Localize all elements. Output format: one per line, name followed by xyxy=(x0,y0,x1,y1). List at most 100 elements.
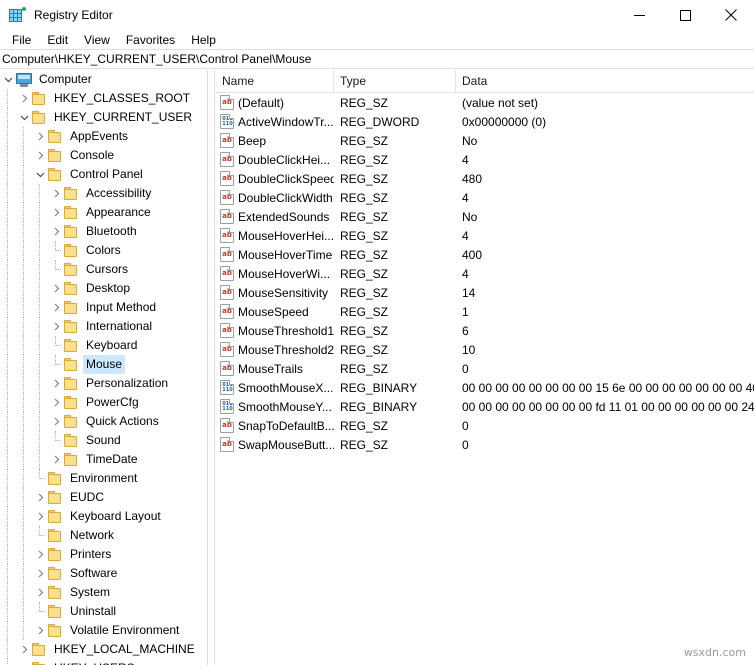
tree-item-system[interactable]: System xyxy=(0,583,207,602)
address-bar[interactable]: Computer\HKEY_CURRENT_USER\Control Panel… xyxy=(0,49,754,69)
chevron-right-icon[interactable] xyxy=(16,89,32,108)
chevron-right-icon[interactable] xyxy=(48,393,64,412)
chevron-right-icon[interactable] xyxy=(48,184,64,203)
chevron-right-icon[interactable] xyxy=(32,564,48,583)
chevron-right-icon[interactable] xyxy=(32,545,48,564)
menu-item-view[interactable]: View xyxy=(76,31,118,49)
tree-item-label: System xyxy=(70,585,111,599)
table-row[interactable]: ab MouseThreshold2 REG_SZ 10 xyxy=(216,340,754,359)
table-row[interactable]: ab MouseSensitivity REG_SZ 14 xyxy=(216,283,754,302)
tree-item-cursors[interactable]: Cursors xyxy=(0,260,207,279)
chevron-right-icon[interactable] xyxy=(48,317,64,336)
table-row[interactable]: 011 110 SmoothMouseX... REG_BINARY 00 00 00 … xyxy=(216,378,754,397)
menu-item-edit[interactable]: Edit xyxy=(39,31,76,49)
table-row[interactable]: 011 110 SmoothMouseY... REG_BINARY 00 00 00 … xyxy=(216,397,754,416)
chevron-down-icon[interactable] xyxy=(0,70,16,89)
tree-item-bluetooth[interactable]: Bluetooth xyxy=(0,222,207,241)
tree-item-control-panel[interactable]: Control Panel xyxy=(0,165,207,184)
tree-item-keyboard[interactable]: Keyboard xyxy=(0,336,207,355)
tree-item-printers[interactable]: Printers xyxy=(0,545,207,564)
tree-item-hkey-classes-root[interactable]: HKEY_CLASSES_ROOT xyxy=(0,89,207,108)
tree-item-software[interactable]: Software xyxy=(0,564,207,583)
table-row[interactable]: ab DoubleClickSpeed REG_SZ 480 xyxy=(216,169,754,188)
chevron-right-icon[interactable] xyxy=(32,488,48,507)
tree-item-hkey-local-machine[interactable]: HKEY_LOCAL_MACHINE xyxy=(0,640,207,659)
table-row[interactable]: ab MouseSpeed REG_SZ 1 xyxy=(216,302,754,321)
chevron-right-icon[interactable] xyxy=(48,412,64,431)
tree-item-hkey-users[interactable]: HKEY_USERS xyxy=(0,659,207,665)
tree-item-mouse[interactable]: Mouse xyxy=(0,355,207,374)
tree-item-accessibility[interactable]: Accessibility xyxy=(0,184,207,203)
table-row[interactable]: ab MouseHoverWi... REG_SZ 4 xyxy=(216,264,754,283)
menu-item-help[interactable]: Help xyxy=(183,31,224,49)
tree-item-label: HKEY_USERS xyxy=(51,659,138,665)
chevron-right-icon[interactable] xyxy=(48,450,64,469)
tree-item-sound[interactable]: Sound xyxy=(0,431,207,450)
tree-item-keyboard-layout[interactable]: Keyboard Layout xyxy=(0,507,207,526)
chevron-down-icon[interactable] xyxy=(32,165,48,184)
tree-item-colors[interactable]: Colors xyxy=(0,241,207,260)
chevron-right-icon[interactable] xyxy=(32,146,48,165)
chevron-right-icon[interactable] xyxy=(16,659,32,665)
tree-item-eudc[interactable]: EUDC xyxy=(0,488,207,507)
tree-item-international[interactable]: International xyxy=(0,317,207,336)
menu-item-file[interactable]: File xyxy=(4,31,39,49)
tree-item-hkey-current-user[interactable]: HKEY_CURRENT_USER xyxy=(0,108,207,127)
chevron-right-icon[interactable] xyxy=(16,640,32,659)
chevron-right-icon[interactable] xyxy=(48,298,64,317)
table-row[interactable]: ab MouseHoverTime REG_SZ 400 xyxy=(216,245,754,264)
tree-item-input-method[interactable]: Input Method xyxy=(0,298,207,317)
tree-item-environment[interactable]: Environment xyxy=(0,469,207,488)
table-row[interactable]: ab Beep REG_SZ No xyxy=(216,131,754,150)
chevron-right-icon[interactable] xyxy=(48,222,64,241)
table-row[interactable]: ab DoubleClickHei... REG_SZ 4 xyxy=(216,150,754,169)
close-button[interactable] xyxy=(708,0,754,30)
chevron-right-icon[interactable] xyxy=(48,279,64,298)
tree-item-powercfg[interactable]: PowerCfg xyxy=(0,393,207,412)
registry-tree[interactable]: Computer HKEY_CLASSES_ROOT HKEY_CURRENT_US… xyxy=(0,70,207,665)
list-body: ab (Default) REG_SZ (value not set) 011 110 Ac… xyxy=(216,93,754,454)
maximize-button[interactable] xyxy=(662,0,708,30)
chevron-right-icon[interactable] xyxy=(32,583,48,602)
table-row[interactable]: ab SnapToDefaultB... REG_SZ 0 xyxy=(216,416,754,435)
tree-item-computer[interactable]: Computer xyxy=(0,70,207,89)
chevron-right-icon[interactable] xyxy=(32,507,48,526)
table-row[interactable]: 011 110 ActiveWindowTr... REG_DWORD 0x000000… xyxy=(216,112,754,131)
column-header-name[interactable]: Name xyxy=(216,70,334,92)
tree-item-quick-actions[interactable]: Quick Actions xyxy=(0,412,207,431)
chevron-right-icon[interactable] xyxy=(32,127,48,146)
tree-item-label: HKEY_LOCAL_MACHINE xyxy=(54,642,195,656)
column-header-type[interactable]: Type xyxy=(334,70,456,92)
table-row[interactable]: ab MouseHoverHei... REG_SZ 4 xyxy=(216,226,754,245)
tree-guide xyxy=(16,317,32,336)
tree-item-uninstall[interactable]: Uninstall xyxy=(0,602,207,621)
tree-item-personalization[interactable]: Personalization xyxy=(0,374,207,393)
chevron-right-icon[interactable] xyxy=(48,203,64,222)
pane-splitter[interactable] xyxy=(207,70,215,665)
tree-item-timedate[interactable]: TimeDate xyxy=(0,450,207,469)
chevron-down-icon[interactable] xyxy=(16,108,32,127)
tree-guide xyxy=(32,241,48,260)
menu-item-favorites[interactable]: Favorites xyxy=(118,31,183,49)
tree-item-network[interactable]: Network xyxy=(0,526,207,545)
registry-values-list[interactable]: Name Type Data ab (Default) REG_SZ (value n… xyxy=(216,70,754,665)
tree-item-console[interactable]: Console xyxy=(0,146,207,165)
minimize-button[interactable] xyxy=(616,0,662,30)
tree-item-appevents[interactable]: AppEvents xyxy=(0,127,207,146)
table-row[interactable]: ab ExtendedSounds REG_SZ No xyxy=(216,207,754,226)
chevron-right-icon[interactable] xyxy=(32,621,48,640)
table-row[interactable]: ab MouseThreshold1 REG_SZ 6 xyxy=(216,321,754,340)
folder-icon xyxy=(48,586,63,599)
tree-item-appearance[interactable]: Appearance xyxy=(0,203,207,222)
tree-item-label: Mouse xyxy=(83,355,126,374)
table-row[interactable]: ab MouseTrails REG_SZ 0 xyxy=(216,359,754,378)
chevron-right-icon[interactable] xyxy=(48,374,64,393)
tree-item-volatile-environment[interactable]: Volatile Environment xyxy=(0,621,207,640)
table-row[interactable]: ab (Default) REG_SZ (value not set) xyxy=(216,93,754,112)
tree-item-desktop[interactable]: Desktop xyxy=(0,279,207,298)
table-row[interactable]: ab DoubleClickWidth REG_SZ 4 xyxy=(216,188,754,207)
tree-item-label: Computer xyxy=(39,72,92,86)
tree-item-label: Input Method xyxy=(86,300,157,314)
table-row[interactable]: ab SwapMouseButt... REG_SZ 0 xyxy=(216,435,754,454)
column-header-data[interactable]: Data xyxy=(456,70,754,92)
